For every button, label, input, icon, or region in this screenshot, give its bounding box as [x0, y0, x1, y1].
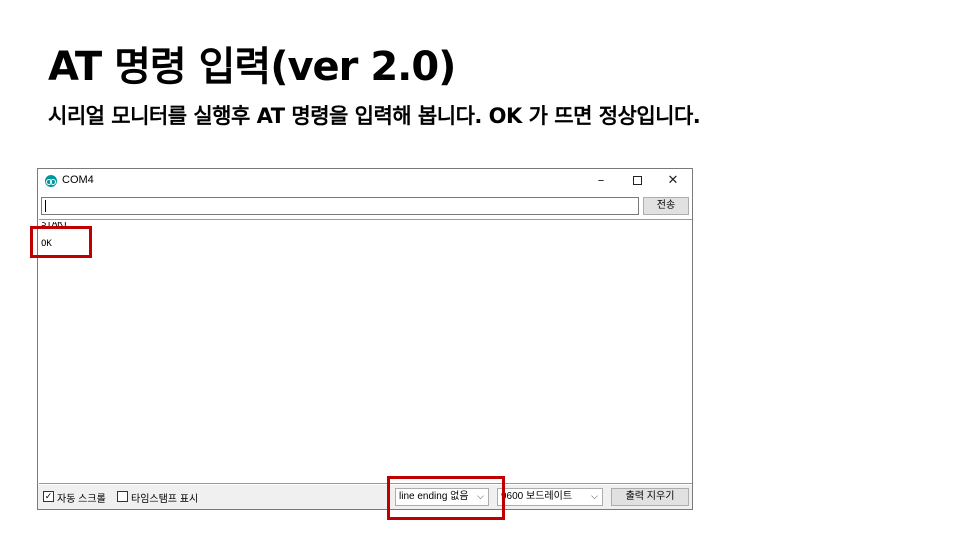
slide-subtitle: 시리얼 모니터를 실행후 AT 명령을 입력해 봅니다. OK 가 뜨면 정상입… — [48, 104, 701, 128]
status-bar: ✓ 자동 스크롤 타임스탬프 표시 line ending 없음 ⌵ 9600 … — [38, 485, 692, 509]
baud-rate-select[interactable]: 9600 보드레이트 ⌵ — [497, 488, 603, 506]
chevron-down-icon: ⌵ — [591, 492, 598, 502]
send-input[interactable] — [41, 197, 639, 215]
timestamp-checkbox[interactable] — [117, 491, 128, 502]
autoscroll-label[interactable]: 자동 스크롤 — [57, 490, 106, 505]
clear-output-button[interactable]: 출력 지우기 — [611, 488, 689, 506]
serial-monitor-window: COM4 – ✕ 전송 START OK ✓ 자동 스크롤 타임스탬프 표시 l… — [37, 168, 693, 510]
window-titlebar[interactable]: COM4 – ✕ — [38, 169, 692, 193]
autoscroll-checkbox[interactable]: ✓ — [43, 491, 54, 502]
send-button[interactable]: 전송 — [643, 197, 689, 215]
line-ending-highlight-box — [387, 476, 505, 520]
baud-rate-value: 9600 보드레이트 — [501, 491, 573, 502]
ok-highlight-box — [30, 226, 92, 258]
maximize-icon — [632, 176, 642, 185]
close-button[interactable]: ✕ — [658, 171, 688, 191]
slide-title: AT 명령 입력(ver 2.0) — [48, 44, 456, 90]
maximize-button[interactable] — [622, 171, 652, 191]
serial-output[interactable]: START OK — [39, 219, 692, 484]
send-bar: 전송 — [38, 193, 692, 219]
window-title: COM4 — [62, 174, 94, 186]
minimize-button[interactable]: – — [586, 171, 616, 191]
text-caret — [45, 200, 46, 212]
arduino-icon — [45, 175, 57, 187]
timestamp-label[interactable]: 타임스탬프 표시 — [131, 490, 198, 505]
